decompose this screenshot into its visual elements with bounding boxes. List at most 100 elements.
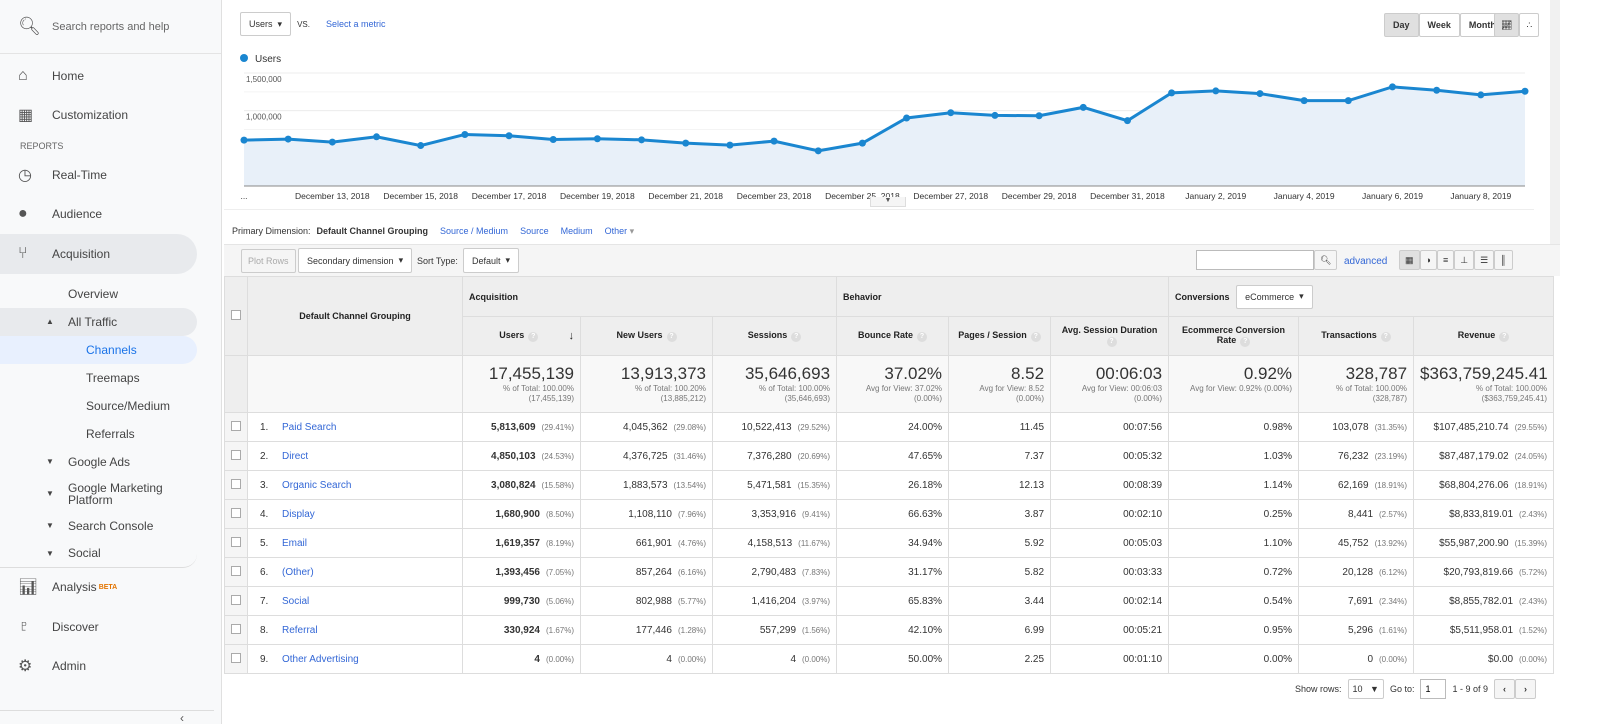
prev-page-button[interactable]: ‹ (1494, 679, 1515, 699)
help-icon[interactable]: ? (1106, 337, 1117, 347)
metric-value: 42.10% (908, 624, 943, 636)
help-icon[interactable]: ? (1380, 332, 1391, 342)
select-metric-link[interactable]: Select a metric (326, 19, 386, 29)
x-tick-label: December 23, 2018 (737, 191, 812, 201)
week-button[interactable]: Week (1418, 13, 1460, 37)
nav-admin[interactable]: ⚙ Admin (0, 647, 197, 687)
column-header[interactable]: Users? ↓ (462, 316, 581, 356)
nav-all-traffic[interactable]: ▲ All Traffic (0, 307, 197, 336)
metric-value: 66.63% (908, 508, 943, 520)
metric-select[interactable]: Users ▾ (240, 12, 292, 36)
column-header[interactable]: Transactions? (1298, 316, 1415, 356)
metric-value: 0.25% (1263, 508, 1293, 520)
table-search-input[interactable] (1196, 250, 1314, 270)
nav-label: Discover (52, 619, 99, 634)
metric-cell: 45,752 (13.92%) (1298, 528, 1415, 558)
metric-cell: 5.82 (948, 557, 1052, 587)
term-cloud-button[interactable]: ☰ (1474, 250, 1495, 270)
nav-acquisition[interactable]: ⑂ Acquisition (0, 234, 197, 274)
metric-value: 45,752 (1337, 537, 1369, 549)
pivot-view-button[interactable]: ║ (1494, 250, 1513, 270)
nav-social[interactable]: ▼ Social (0, 540, 197, 568)
dimension-medium[interactable]: Medium (561, 226, 593, 237)
sort-type-select[interactable]: Default ▾ (463, 248, 520, 273)
help-icon[interactable]: ? (917, 332, 928, 342)
goto-page-input[interactable] (1420, 679, 1447, 699)
nav-realtime[interactable]: ◷ Real-Time (0, 155, 197, 195)
metric-cell: 4,158,513 (11.67%) (711, 528, 838, 558)
metric-percent: (2.34%) (1379, 596, 1408, 606)
line-chart-button[interactable]: 📈︎ (1494, 13, 1520, 37)
select-all-checkbox[interactable] (231, 310, 241, 320)
table-row: 2. Direct 4,850,103 (24.53%) 4,376,725 (31.46… (224, 441, 1555, 471)
column-header[interactable]: Pages / Session? (948, 316, 1052, 356)
pie-view-button[interactable]: ◑ (1419, 250, 1437, 270)
conversions-select[interactable]: eCommerce ▾ (1236, 284, 1313, 309)
column-header[interactable]: Sessions? (711, 316, 838, 356)
metric-percent: (31.46%) (673, 451, 706, 461)
nav-referrals[interactable]: Referrals (0, 420, 197, 448)
advanced-filter-link[interactable]: advanced (1344, 256, 1387, 267)
nav-discover[interactable]: ♇ Discover (0, 607, 197, 647)
sort-type-label: Sort Type: (417, 256, 458, 266)
chart-expand-toggle[interactable]: ▼ (870, 197, 906, 207)
help-icon[interactable]: ? (666, 332, 677, 342)
column-header[interactable]: Bounce Rate? (836, 316, 950, 356)
performance-view-button[interactable]: ≡ (1436, 250, 1455, 270)
metric-cell: 802,988 (5.77%) (580, 586, 713, 616)
row-checkbox[interactable] (231, 420, 241, 431)
comparison-view-button[interactable]: ⊥ (1454, 250, 1475, 270)
nav-treemaps[interactable]: Treemaps (0, 364, 197, 392)
column-header[interactable]: Revenue? (1413, 316, 1555, 356)
channel-link[interactable]: Email (282, 538, 307, 549)
nav-gmp[interactable]: ▼ Google Marketing Platform (0, 476, 197, 512)
plot-rows-button[interactable]: Plot Rows (241, 249, 296, 273)
nav-google-ads[interactable]: ▼ Google Ads (0, 448, 197, 476)
channel-link[interactable]: Display (282, 509, 315, 520)
table-view-button[interactable]: ▦ (1399, 250, 1420, 270)
channel-link[interactable]: (Other) (282, 567, 314, 578)
motion-chart-button[interactable]: ∴ (1519, 13, 1540, 37)
channel-link[interactable]: Paid Search (282, 422, 336, 433)
row-checkbox[interactable] (231, 594, 241, 605)
nav-search-console[interactable]: ▼ Search Console (0, 512, 197, 540)
collapse-sidebar-button[interactable]: ‹ (0, 710, 214, 725)
help-icon[interactable]: ? (1240, 337, 1251, 347)
row-checkbox[interactable] (231, 536, 241, 547)
show-rows-select[interactable]: 10 ▼ (1347, 679, 1384, 699)
column-header[interactable]: Avg. Session Duration? (1050, 316, 1170, 356)
secondary-dimension-select[interactable]: Secondary dimension ▾ (298, 248, 413, 273)
dimension-source[interactable]: Source (520, 226, 549, 237)
channel-link[interactable]: Referral (282, 625, 318, 636)
channel-link[interactable]: Direct (282, 451, 308, 462)
channel-link[interactable]: Organic Search (282, 480, 351, 491)
row-checkbox[interactable] (231, 652, 241, 663)
row-checkbox[interactable] (231, 449, 241, 460)
row-checkbox[interactable] (231, 507, 241, 518)
nav-source-medium[interactable]: Source/Medium (0, 392, 197, 420)
nav-overview[interactable]: Overview (0, 280, 197, 308)
help-icon[interactable]: ? (1030, 332, 1041, 342)
dimension-source-medium[interactable]: Source / Medium (440, 226, 508, 237)
table-search-button[interactable]: 🔍︎ (1314, 250, 1338, 270)
help-icon[interactable]: ? (528, 332, 539, 342)
search-reports[interactable]: 🔍︎ Search reports and help (0, 0, 221, 54)
nav-home[interactable]: ⌂ Home (0, 56, 197, 96)
nav-analysis[interactable]: 📊︎ Analysis BETA (0, 568, 197, 608)
row-checkbox[interactable] (231, 565, 241, 576)
dimension-other[interactable]: Other ▾ (605, 226, 635, 237)
next-page-button[interactable]: › (1515, 679, 1536, 699)
channel-link[interactable]: Other Advertising (282, 654, 359, 665)
row-checkbox[interactable] (231, 478, 241, 489)
help-icon[interactable]: ? (1499, 332, 1510, 342)
show-rows-label: Show rows: (1294, 684, 1342, 694)
channel-link[interactable]: Social (282, 596, 309, 607)
nav-channels[interactable]: Channels (0, 335, 197, 364)
nav-customization[interactable]: ▦ Customization (0, 96, 197, 136)
column-header[interactable]: New Users? (580, 316, 713, 356)
row-checkbox[interactable] (231, 623, 241, 634)
column-header[interactable]: Ecommerce Conversion Rate? (1168, 316, 1300, 356)
help-icon[interactable]: ? (791, 332, 802, 342)
nav-audience[interactable]: ● Audience (0, 195, 197, 235)
day-button[interactable]: Day (1384, 13, 1419, 37)
